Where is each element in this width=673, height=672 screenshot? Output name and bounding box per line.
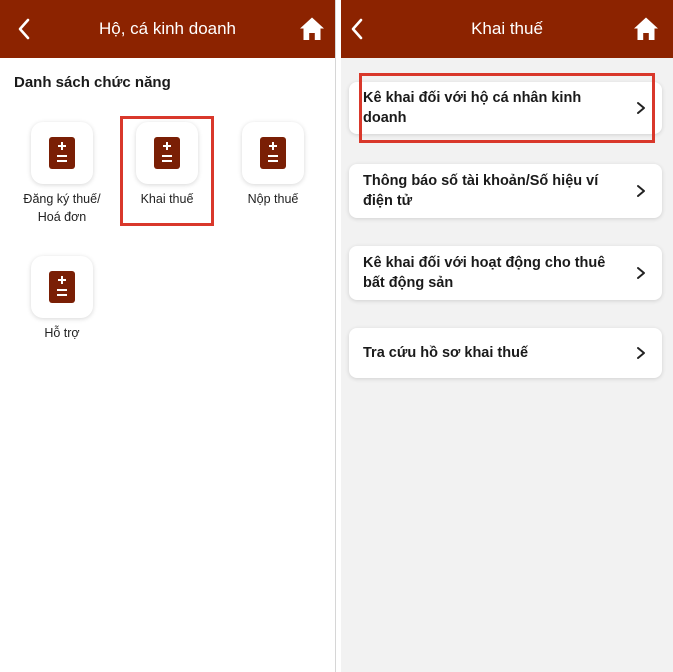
- app-header: Hộ, cá kinh doanh: [0, 0, 335, 58]
- function-icon-tile: [136, 122, 198, 184]
- chevron-right-icon: [637, 267, 645, 279]
- screen-tax-declaration: Khai thuế Kê khai đối với hộ cá nhân kin…: [341, 0, 673, 672]
- menu-item-label: Tra cứu hồ sơ khai thuế: [363, 345, 529, 361]
- chevron-right-icon: [637, 185, 645, 197]
- screen-household-business: Hộ, cá kinh doanh Danh sách chức năng Đă…: [0, 0, 335, 672]
- function-icon-tile: [31, 256, 93, 318]
- document-icon: [49, 137, 75, 169]
- function-label: Đăng ký thuế/ Hoá đơn: [23, 192, 101, 224]
- app-header: Khai thuế: [341, 0, 673, 58]
- menu-item-label: Thông báo số tài khoản/Số hiệu ví điện t…: [363, 173, 599, 209]
- function-label: Khai thuế: [140, 192, 194, 206]
- document-icon: [49, 271, 75, 303]
- menu-item-household-declaration[interactable]: Kê khai đối với hộ cá nhân kinh doanh: [349, 82, 662, 134]
- chevron-right-icon: [637, 102, 645, 114]
- home-button[interactable]: [631, 14, 661, 44]
- page-title: Khai thuế: [471, 19, 543, 38]
- home-icon: [300, 17, 324, 40]
- function-support[interactable]: Hỗ trợ: [12, 256, 112, 342]
- function-label: Nộp thuế: [247, 192, 299, 206]
- function-icon-tile: [242, 122, 304, 184]
- menu-item-label: Kê khai đối với hộ cá nhân kinh doanh: [363, 90, 582, 126]
- function-tax-payment[interactable]: Nộp thuế: [223, 122, 323, 208]
- function-label: Hỗ trợ: [44, 326, 80, 340]
- chevron-right-icon: [637, 347, 645, 359]
- menu-item-real-estate-rental[interactable]: Kê khai đối với hoạt động cho thuê bất đ…: [349, 246, 662, 300]
- section-title: Danh sách chức năng: [14, 74, 171, 91]
- home-icon: [634, 17, 658, 40]
- function-tax-declaration[interactable]: Khai thuế: [117, 122, 217, 208]
- menu-item-label: Kê khai đối với hoạt động cho thuê bất đ…: [363, 255, 606, 291]
- menu-item-account-notification[interactable]: Thông báo số tài khoản/Số hiệu ví điện t…: [349, 164, 662, 218]
- page-title: Hộ, cá kinh doanh: [98, 19, 237, 38]
- function-icon-tile: [31, 122, 93, 184]
- home-button[interactable]: [297, 14, 327, 44]
- document-icon: [260, 137, 286, 169]
- document-icon: [154, 137, 180, 169]
- function-register-tax-invoice[interactable]: Đăng ký thuế/ Hoá đơn: [12, 122, 112, 226]
- menu-item-lookup-records[interactable]: Tra cứu hồ sơ khai thuế: [349, 328, 662, 378]
